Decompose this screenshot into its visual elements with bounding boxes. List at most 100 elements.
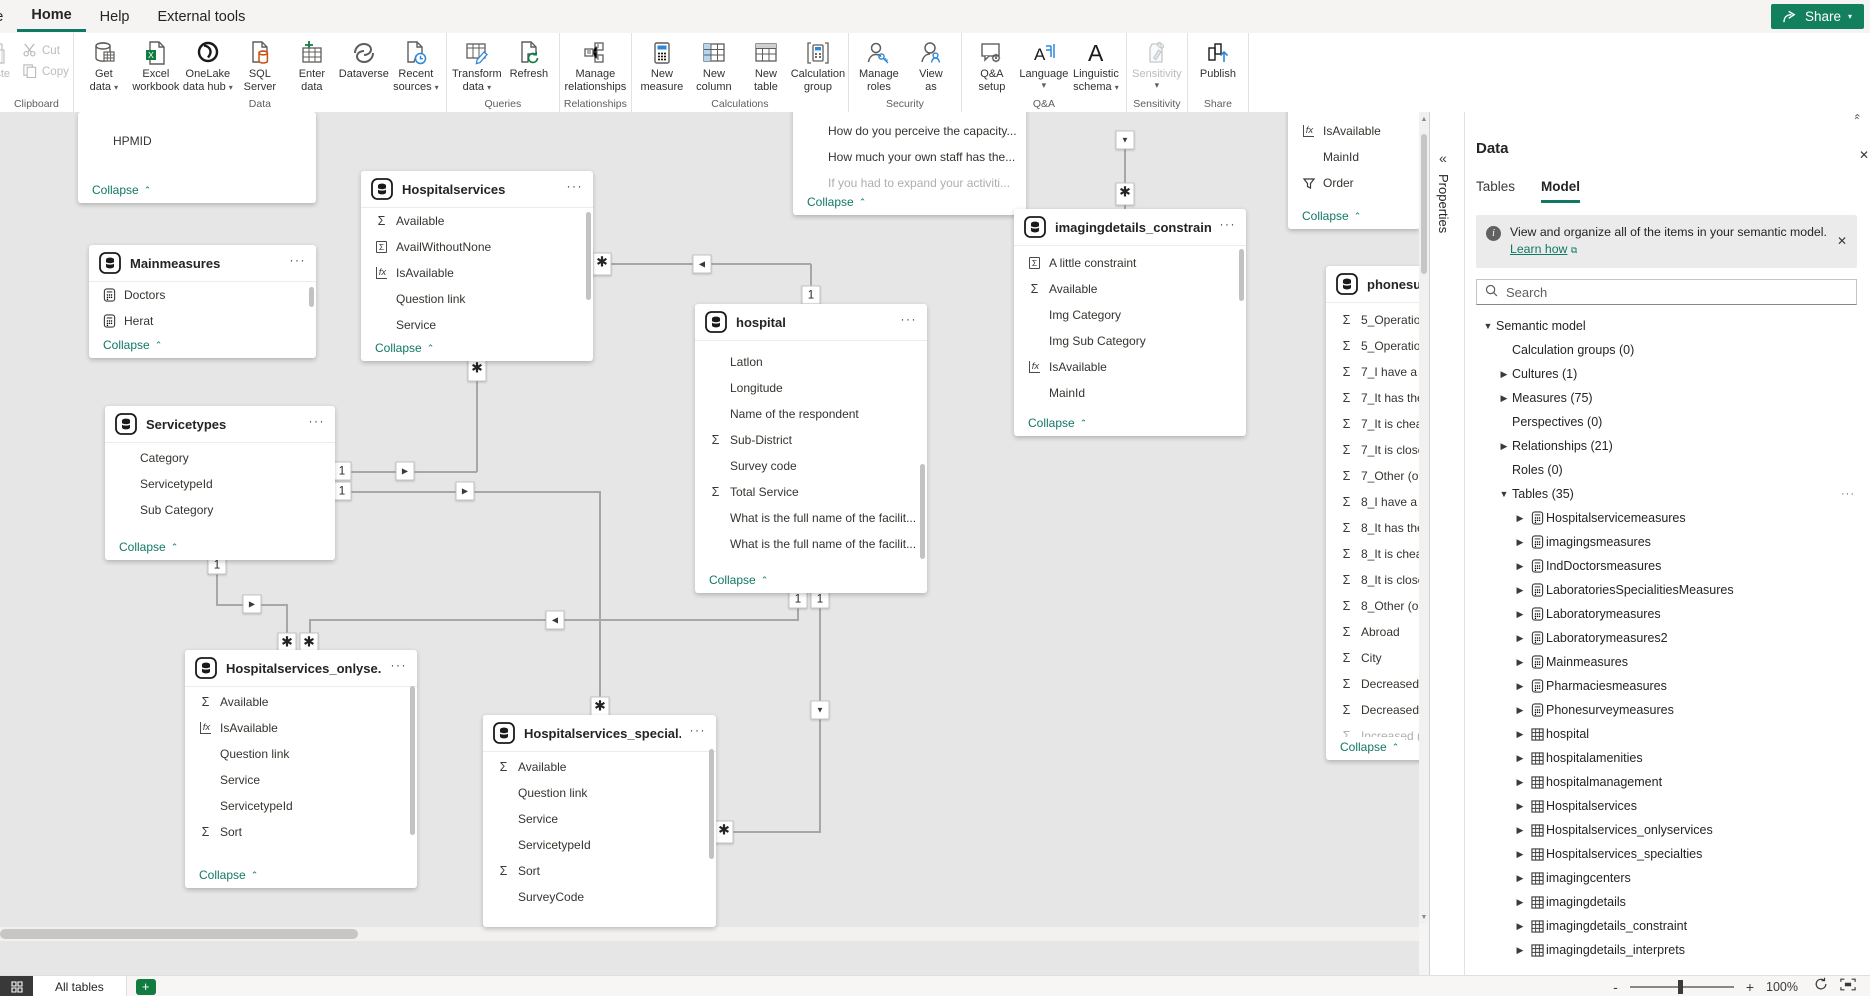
field-row[interactable]: Survey code — [695, 453, 927, 479]
fit-to-screen-icon[interactable] — [1840, 978, 1856, 996]
tree-item-hospitalservices-onlyservices[interactable]: ▶Hospitalservices_onlyservices — [1476, 818, 1857, 842]
ribbon-button-qa-setup[interactable]: Q&Asetup — [966, 36, 1018, 94]
relationship-cardinality-many[interactable]: ✱ — [593, 253, 612, 276]
field-row[interactable]: ΣAvailable — [185, 689, 417, 715]
field-row[interactable]: Order — [1288, 170, 1419, 196]
close-pane-icon[interactable]: ✕ — [1859, 148, 1869, 162]
tree-item-measures[interactable]: ▶Measures (75) — [1476, 386, 1857, 410]
ribbon-button-onelake-data-hub[interactable]: OneLakedata hub ▾ — [182, 36, 234, 94]
card-more-options-icon[interactable]: ··· — [567, 179, 584, 199]
tree-item-tables[interactable]: ▼Tables (35)··· — [1476, 482, 1857, 506]
relationship-arrow-down-icon[interactable]: ▼ — [811, 701, 830, 720]
field-row[interactable]: ΣA little constraint — [1014, 250, 1246, 276]
ribbon-button-new-measure[interactable]: Newmeasure — [636, 36, 688, 94]
chevron-right-icon[interactable]: ▶ — [1512, 705, 1528, 716]
ribbon-button-get-data[interactable]: Getdata ▾ — [78, 36, 130, 94]
card-more-options-icon[interactable]: ··· — [391, 658, 408, 678]
ribbon-button-transform-data[interactable]: Transformdata ▾ — [451, 36, 503, 94]
field-row[interactable]: fxIsAvailable — [185, 715, 417, 741]
field-row[interactable]: Σ7_It is cheap — [1326, 411, 1419, 437]
tree-item-semantic-model[interactable]: ▼Semantic model — [1476, 314, 1857, 338]
chevron-right-icon[interactable]: ▶ — [1512, 513, 1528, 524]
ribbon-button-refresh[interactable]: Refresh — [503, 36, 555, 81]
collapse-link[interactable]: Collapse⌃ — [801, 192, 872, 212]
field-row[interactable]: Service — [361, 312, 593, 338]
field-row[interactable]: Img Sub Category — [1014, 328, 1246, 354]
relationship-arrow-left-icon[interactable]: ◀ — [546, 611, 565, 630]
card-scrollbar[interactable] — [410, 686, 415, 835]
collapse-link[interactable]: Collapse⌃ — [1334, 737, 1405, 757]
tree-item-roles[interactable]: Roles (0) — [1476, 458, 1857, 482]
field-row[interactable]: Question link — [483, 780, 716, 806]
fit-refresh-icon[interactable] — [1814, 977, 1828, 996]
share-button[interactable]: Share ▾ — [1771, 4, 1864, 29]
add-layout-button[interactable]: + — [136, 979, 156, 995]
field-row[interactable]: Doctors — [89, 282, 316, 308]
all-tables-layout-tab[interactable]: All tables — [33, 976, 127, 996]
collapse-link[interactable]: Collapse⌃ — [703, 570, 774, 590]
chevron-down-icon[interactable]: ▼ — [1480, 321, 1496, 331]
chevron-right-icon[interactable]: ▶ — [1512, 561, 1528, 572]
scroll-up-icon[interactable]: ▲ — [1419, 112, 1429, 126]
chevron-right-icon[interactable]: ▶ — [1512, 825, 1528, 836]
chevron-right-icon[interactable]: ▶ — [1512, 753, 1528, 764]
field-row[interactable]: Σ8_It has the — [1326, 515, 1419, 541]
collapse-ribbon-icon[interactable]: ⌃ — [1853, 112, 1862, 125]
tree-item-laboratorymeasures2[interactable]: ▶Laboratorymeasures2 — [1476, 626, 1857, 650]
ribbon-button-excel-workbook[interactable]: XExcelworkbook — [130, 36, 182, 94]
vertical-scroll-thumb[interactable] — [1421, 134, 1427, 274]
field-row[interactable]: HPMID — [78, 128, 316, 154]
chevron-right-icon[interactable]: ▶ — [1512, 801, 1528, 812]
field-row[interactable]: How much your own staff has the... — [793, 144, 1026, 170]
card-more-options-icon[interactable]: ··· — [290, 253, 307, 273]
relationship-arrow-left-icon[interactable]: ◀ — [693, 255, 712, 274]
properties-pane-tab[interactable]: Properties — [1436, 174, 1451, 233]
field-row[interactable]: Σ8_It is close — [1326, 567, 1419, 593]
field-row[interactable]: Img Category — [1014, 302, 1246, 328]
field-row[interactable]: What is the full name of the facilit... — [695, 505, 927, 531]
field-row[interactable]: ΣAbroad — [1326, 619, 1419, 645]
field-row[interactable]: Σ8_Other (op — [1326, 593, 1419, 619]
field-row[interactable]: ΣSub-District — [695, 427, 927, 453]
tree-item-imagingdetails[interactable]: ▶imagingdetails — [1476, 890, 1857, 914]
tree-item-hospital[interactable]: ▶hospital — [1476, 722, 1857, 746]
ribbon-button-new-column[interactable]: Newcolumn — [688, 36, 740, 94]
field-row[interactable]: ServicetypeId — [483, 832, 716, 858]
relationship-cardinality-one[interactable]: 1 — [333, 462, 352, 481]
field-row[interactable]: ΣDecreased ( — [1326, 671, 1419, 697]
tree-item-mainmeasures[interactable]: ▶Mainmeasures — [1476, 650, 1857, 674]
relationship-arrow-right-icon[interactable]: ▶ — [456, 482, 475, 501]
tree-item-inddoctorsmeasures[interactable]: ▶IndDoctorsmeasures — [1476, 554, 1857, 578]
field-row[interactable]: fxIsAvailable — [361, 260, 593, 286]
field-row[interactable]: Σ8_It is cheap — [1326, 541, 1419, 567]
entity-card-imagingdetails-constraint[interactable]: imagingdetails_constraint···ΣA little co… — [1014, 209, 1246, 436]
more-options-icon[interactable]: ··· — [1841, 488, 1855, 500]
card-more-options-icon[interactable]: ··· — [901, 312, 918, 332]
tree-item-pharmaciesmeasures[interactable]: ▶Pharmaciesmeasures — [1476, 674, 1857, 698]
card-scrollbar[interactable] — [586, 212, 591, 300]
entity-card-toprt[interactable]: fxIsAvailableMainIdOrderCollapse⌃ — [1288, 112, 1419, 229]
card-scrollbar[interactable] — [1239, 249, 1244, 301]
field-row[interactable]: Σ7_It has the — [1326, 385, 1419, 411]
card-more-options-icon[interactable]: ··· — [1220, 217, 1237, 237]
entity-card-phonesurvey[interactable]: phonesurvey···Σ5_OperationΣ5_OperationΣ7… — [1326, 266, 1419, 760]
entity-card-servicetypes[interactable]: Servicetypes···CategoryServicetypeIdSub … — [105, 406, 335, 560]
ribbon-button-manage-relationships[interactable]: Managerelationships — [569, 36, 621, 94]
chevron-right-icon[interactable]: ▶ — [1512, 657, 1528, 668]
tree-item-hospitalservices[interactable]: ▶Hospitalservices — [1476, 794, 1857, 818]
chevron-right-icon[interactable]: ▶ — [1512, 681, 1528, 692]
entity-card-hospital[interactable]: hospital···LatlonLongitudeName of the re… — [695, 304, 927, 593]
tree-item-laboratoriesspecialitiesmeasures[interactable]: ▶LaboratoriesSpecialitiesMeasures — [1476, 578, 1857, 602]
chevron-right-icon[interactable]: ▶ — [1512, 585, 1528, 596]
chevron-right-icon[interactable]: ▶ — [1512, 777, 1528, 788]
field-row[interactable]: SurveyCode — [483, 884, 716, 910]
tree-item-hospitalamenities[interactable]: ▶hospitalamenities — [1476, 746, 1857, 770]
zoom-in-button[interactable]: + — [1746, 979, 1754, 995]
field-row[interactable]: Service — [483, 806, 716, 832]
field-row[interactable]: Latlon — [695, 349, 927, 375]
relationship-cardinality-many[interactable]: ✱ — [715, 821, 734, 844]
chevron-right-icon[interactable]: ▶ — [1512, 921, 1528, 932]
ribbon-button-recent-sources[interactable]: Recentsources ▾ — [390, 36, 442, 94]
collapse-link[interactable]: Collapse⌃ — [113, 537, 184, 557]
data-pane-tab-model[interactable]: Model — [1541, 179, 1580, 203]
